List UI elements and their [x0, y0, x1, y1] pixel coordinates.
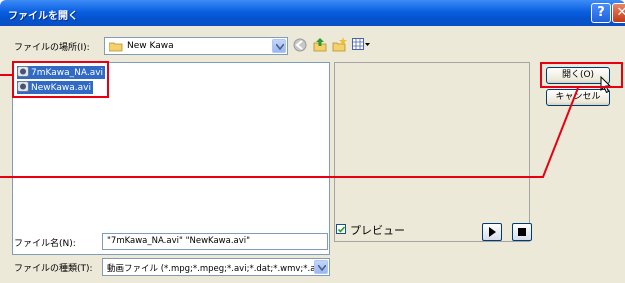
annotation-lines: [0, 74, 579, 178]
open-file-dialog: ファイルを開く ? ✕ ファイルの場所(I): New Kawa 7mKawa_…: [0, 0, 625, 283]
